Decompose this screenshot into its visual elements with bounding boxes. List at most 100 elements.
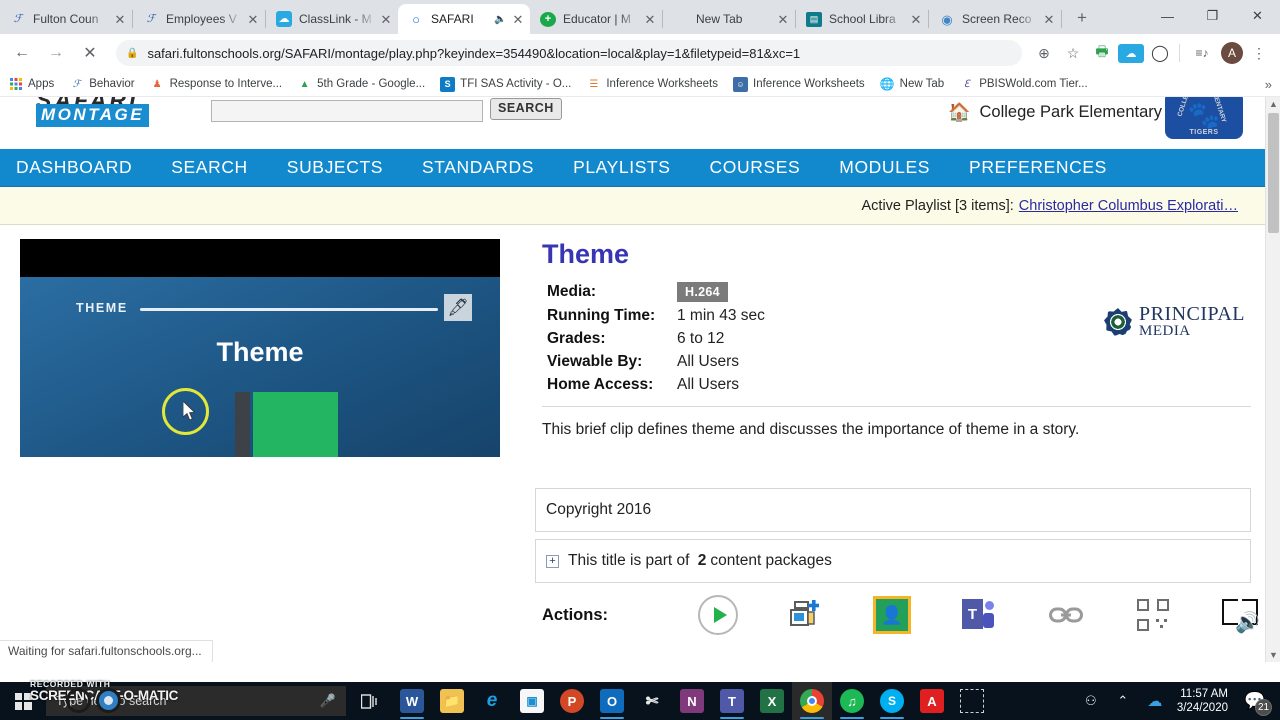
browser-tab-7[interactable]: ◉ Screen Reco ✕: [929, 4, 1061, 34]
bookmarks-overflow-button[interactable]: »: [1265, 77, 1272, 92]
spotify-taskbar-icon[interactable]: ♫: [832, 682, 872, 720]
bookmark-inference-worksheets-1[interactable]: ☰ Inference Worksheets: [586, 77, 718, 92]
snip-sketch-taskbar-icon[interactable]: [952, 682, 992, 720]
tab-close-button[interactable]: ✕: [510, 11, 526, 27]
tab-close-button[interactable]: ✕: [1041, 11, 1057, 27]
google-drive-icon: ▲: [299, 78, 310, 90]
photo-icon: ☺: [733, 76, 749, 92]
outlook-taskbar-icon[interactable]: O: [592, 682, 632, 720]
onenote-taskbar-icon[interactable]: N: [672, 682, 712, 720]
microsoft-store-taskbar-icon[interactable]: ▣: [512, 682, 552, 720]
add-to-playlist-icon[interactable]: [785, 595, 825, 635]
bookmark-5th-grade-google[interactable]: ▲ 5th Grade - Google...: [297, 77, 426, 92]
active-playlist-bar: Active Playlist [3 items]: Christopher C…: [0, 187, 1280, 225]
chrome-taskbar-icon[interactable]: [792, 682, 832, 720]
address-bar[interactable]: 🔒 safari.fultonschools.org/SAFARI/montag…: [116, 40, 1022, 66]
snipping-tool-taskbar-icon[interactable]: ✄: [632, 682, 672, 720]
tab-close-button[interactable]: ✕: [112, 11, 128, 27]
new-tab-button[interactable]: +: [1068, 4, 1096, 32]
microsoft-teams-icon[interactable]: T: [959, 595, 999, 635]
nav-item-subjects[interactable]: SUBJECTS: [287, 157, 383, 178]
taskbar-search-input[interactable]: Type here to search 🎤: [46, 686, 346, 716]
opera-extension-icon[interactable]: ◯: [1147, 40, 1173, 66]
internet-explorer-taskbar-icon[interactable]: e: [472, 682, 512, 720]
tab-audio-playing-icon[interactable]: 🔈: [494, 14, 508, 25]
bookmark-star-icon[interactable]: ☆: [1060, 40, 1086, 66]
word-taskbar-icon[interactable]: W: [392, 682, 432, 720]
tab-title: ClassLink - M: [299, 12, 372, 26]
play-action-icon[interactable]: [698, 595, 738, 635]
browser-tab-0[interactable]: ℱ Fulton Coun ✕: [0, 4, 132, 34]
page-scrollbar[interactable]: ▲ ▼: [1265, 97, 1280, 662]
adobe-reader-taskbar-icon[interactable]: A: [912, 682, 952, 720]
classlink-extension-icon[interactable]: ☁: [1118, 43, 1144, 63]
media-list-icon[interactable]: ≡♪: [1189, 40, 1215, 66]
browser-tab-3-active[interactable]: ○ SAFARI 🔈 ✕: [398, 4, 530, 34]
bookmark-response-to-intervention[interactable]: ♟ Response to Interve...: [150, 77, 283, 92]
scrollbar-down-arrow-icon[interactable]: ▼: [1269, 650, 1278, 660]
site-search-button[interactable]: SEARCH: [490, 98, 562, 120]
apps-grid-icon: [8, 77, 23, 92]
expand-packages-toggle[interactable]: +: [546, 555, 559, 568]
bookmark-apps[interactable]: Apps: [8, 77, 54, 92]
onedrive-tray-icon[interactable]: ☁: [1139, 682, 1171, 720]
site-search-input[interactable]: [211, 100, 483, 122]
browser-tab-6[interactable]: ▤ School Libra ✕: [796, 4, 928, 34]
action-center-button[interactable]: 💬 21: [1236, 682, 1274, 720]
browser-tab-2[interactable]: ☁ ClassLink - M ✕: [266, 4, 398, 34]
file-explorer-taskbar-icon[interactable]: 📁: [432, 682, 472, 720]
profile-avatar[interactable]: A: [1221, 42, 1243, 64]
read-aloud-icon[interactable]: 🔊: [1220, 595, 1260, 635]
browser-tab-4[interactable]: + Educator | M ✕: [530, 4, 662, 34]
people-tray-icon[interactable]: ⚇: [1075, 682, 1107, 720]
content-packages-panel[interactable]: + This title is part of 2 content packages: [535, 539, 1251, 583]
tab-close-button[interactable]: ✕: [245, 11, 261, 27]
bookmark-tfi-sas-activity[interactable]: S TFI SAS Activity - O...: [440, 76, 571, 92]
video-player[interactable]: THEME 🖋 Theme: [20, 239, 500, 457]
forward-button[interactable]: →: [42, 39, 70, 67]
bookmark-behavior[interactable]: ℱ Behavior: [69, 77, 135, 92]
stop-loading-button[interactable]: ✕: [76, 39, 104, 67]
skype-taskbar-icon[interactable]: S: [872, 682, 912, 720]
teams-taskbar-icon[interactable]: T: [712, 682, 752, 720]
window-maximize-button[interactable]: ❐: [1190, 0, 1235, 32]
chrome-menu-icon[interactable]: ⋮: [1246, 40, 1272, 66]
nav-item-modules[interactable]: MODULES: [839, 157, 930, 178]
browser-tab-5[interactable]: New Tab ✕: [663, 4, 795, 34]
safari-montage-logo[interactable]: SAFARI MONTAGE: [36, 97, 176, 132]
scrollbar-thumb[interactable]: [1268, 113, 1279, 233]
tab-close-button[interactable]: ✕: [378, 11, 394, 27]
print-add-icon[interactable]: 🖶: [1089, 40, 1115, 66]
tab-close-button[interactable]: ✕: [775, 11, 791, 27]
excel-taskbar-icon[interactable]: X: [752, 682, 792, 720]
taskbar-clock[interactable]: 11:57 AM 3/24/2020: [1171, 687, 1236, 715]
bookmark-pbisworld[interactable]: ℇ PBISWold.com Tier...: [959, 77, 1088, 92]
tab-close-button[interactable]: ✕: [642, 11, 658, 27]
folder-glyph: 📁: [440, 689, 464, 713]
nav-item-dashboard[interactable]: DASHBOARD: [16, 157, 132, 178]
nav-item-standards[interactable]: STANDARDS: [422, 157, 534, 178]
scrollbar-up-arrow-icon[interactable]: ▲: [1269, 99, 1278, 109]
powerpoint-taskbar-icon[interactable]: P: [552, 682, 592, 720]
back-button[interactable]: ←: [8, 39, 36, 67]
qr-code-icon[interactable]: [1133, 595, 1173, 635]
nav-item-search[interactable]: SEARCH: [171, 157, 248, 178]
tab-close-button[interactable]: ✕: [908, 11, 924, 27]
bookmark-new-tab[interactable]: 🌐 New Tab: [880, 77, 945, 92]
nav-item-playlists[interactable]: PLAYLISTS: [573, 157, 670, 178]
show-hidden-icons-chevron[interactable]: ⌃: [1107, 682, 1139, 720]
window-close-button[interactable]: ✕: [1235, 0, 1280, 32]
active-playlist-link[interactable]: Christopher Columbus Explorati…: [1019, 198, 1238, 214]
bookmark-inference-worksheets-2[interactable]: ☺ Inference Worksheets: [733, 76, 865, 92]
zoom-icon[interactable]: ⊕: [1031, 40, 1057, 66]
start-button[interactable]: [0, 682, 46, 720]
google-classroom-icon[interactable]: 👤: [872, 595, 912, 635]
task-view-button[interactable]: [346, 682, 392, 720]
browser-tab-1[interactable]: ℱ Employees V ✕: [133, 4, 265, 34]
nav-item-courses[interactable]: COURSES: [710, 157, 801, 178]
nav-item-preferences[interactable]: PREFERENCES: [969, 157, 1107, 178]
window-minimize-button[interactable]: —: [1145, 0, 1190, 32]
microphone-icon[interactable]: 🎤: [320, 693, 336, 709]
copy-link-icon[interactable]: [1046, 595, 1086, 635]
school-name-display[interactable]: 🏠 College Park Elementary: [948, 102, 1162, 123]
